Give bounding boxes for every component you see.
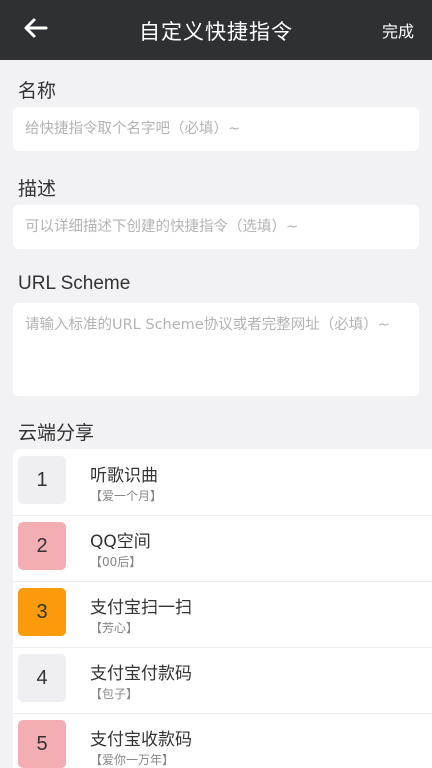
rank-badge: 2 — [18, 522, 66, 570]
done-button[interactable]: 完成 — [382, 18, 414, 42]
description-placeholder: 可以详细描述下创建的快捷指令（选填）~ — [25, 219, 299, 235]
cloud-share-label: 云端分享 — [18, 422, 95, 444]
shortcut-author: 【爱你一万年】 — [90, 753, 175, 767]
url-scheme-placeholder: 请输入标准的URL Scheme协议或者完整网址（必填）~ — [25, 317, 390, 333]
page-title: 自定义快捷指令 — [139, 20, 293, 44]
top-bar: 自定义快捷指令 完成 — [0, 0, 432, 60]
list-item[interactable]: 2 QQ空间 【00后】 — [13, 515, 432, 582]
name-placeholder: 给快捷指令取个名字吧（必填）~ — [25, 121, 241, 137]
shortcut-author: 【包子】 — [90, 687, 139, 701]
shortcut-name: 听歌识曲 — [90, 466, 158, 486]
rank-badge: 3 — [18, 588, 66, 636]
name-input[interactable]: 给快捷指令取个名字吧（必填）~ — [13, 107, 419, 151]
shortcut-author: 【00后】 — [90, 555, 142, 569]
shortcut-name: QQ空间 — [90, 532, 151, 552]
url-scheme-input[interactable]: 请输入标准的URL Scheme协议或者完整网址（必填）~ — [13, 303, 419, 396]
shortcut-author: 【爱一个月】 — [90, 489, 163, 503]
list-item[interactable]: 3 支付宝扫一扫 【芳心】 — [13, 581, 432, 648]
list-item[interactable]: 4 支付宝付款码 【包子】 — [13, 647, 432, 714]
shortcut-name: 支付宝扫一扫 — [90, 598, 192, 618]
shortcut-author: 【芳心】 — [90, 621, 139, 635]
description-label: 描述 — [18, 178, 57, 200]
rank-badge: 1 — [18, 456, 66, 504]
name-label: 名称 — [18, 80, 57, 102]
list-item[interactable]: 1 听歌识曲 【爱一个月】 — [13, 449, 432, 516]
cloud-share-list: 1 听歌识曲 【爱一个月】 2 QQ空间 【00后】 3 支付宝扫一扫 【芳心】… — [13, 449, 432, 768]
rank-badge: 4 — [18, 654, 66, 702]
rank-badge: 5 — [18, 720, 66, 768]
shortcut-name: 支付宝付款码 — [90, 664, 192, 684]
description-input[interactable]: 可以详细描述下创建的快捷指令（选填）~ — [13, 205, 419, 249]
list-item[interactable]: 5 支付宝收款码 【爱你一万年】 — [13, 713, 432, 768]
shortcut-name: 支付宝收款码 — [90, 730, 192, 750]
url-scheme-label: URL Scheme — [18, 273, 131, 294]
